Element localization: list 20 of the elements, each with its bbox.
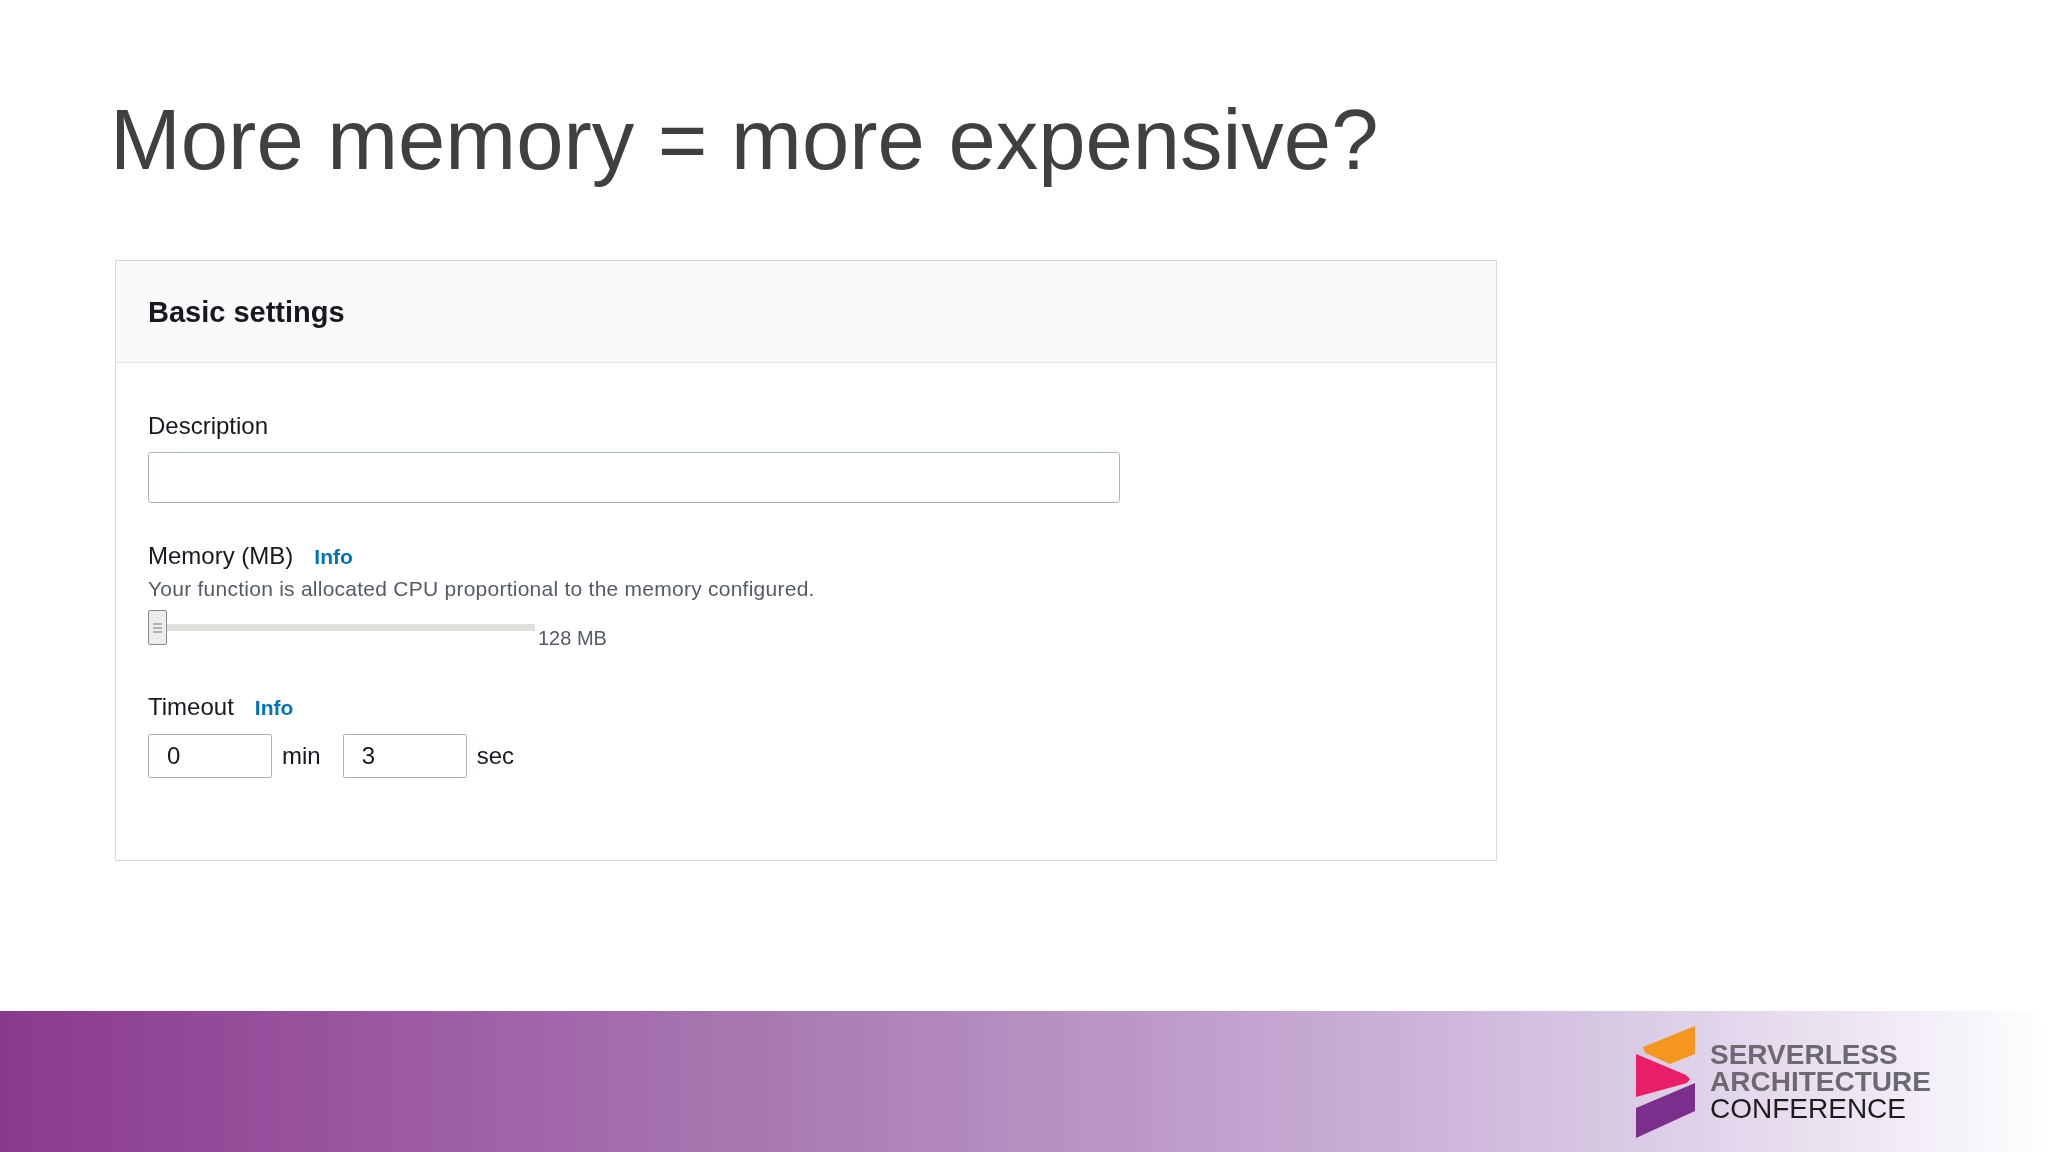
timeout-field[interactable]: 3 xyxy=(342,734,467,778)
field-label: Memory (MB) xyxy=(148,542,294,570)
memory-reading: 128 MB xyxy=(538,626,607,650)
field-label: Description xyxy=(148,412,269,440)
grip-icon xyxy=(153,622,162,633)
panel-title: Basic settings xyxy=(148,294,345,329)
field-label: Timeout xyxy=(148,693,234,721)
logo-text: SERVERLESS xyxy=(1710,1041,1899,1068)
info-link[interactable]: Info xyxy=(254,694,294,722)
logo-text: CONFERENCE xyxy=(1710,1095,1907,1122)
logo-icon xyxy=(1636,1025,1695,1138)
logo-text: ARCHITECTURE xyxy=(1710,1068,1931,1095)
unit-label: min xyxy=(282,742,321,770)
timeout-field[interactable]: 0 xyxy=(148,734,272,778)
unit-label: sec xyxy=(476,742,515,770)
description-field[interactable] xyxy=(148,452,1120,503)
info-link[interactable]: Info xyxy=(314,543,353,571)
hint-text: Your function is allocated CPU proportional to the memory configured. xyxy=(148,577,815,601)
slide-title: More memory = more expensive? xyxy=(110,91,1379,189)
slider-thumb[interactable] xyxy=(148,610,167,645)
